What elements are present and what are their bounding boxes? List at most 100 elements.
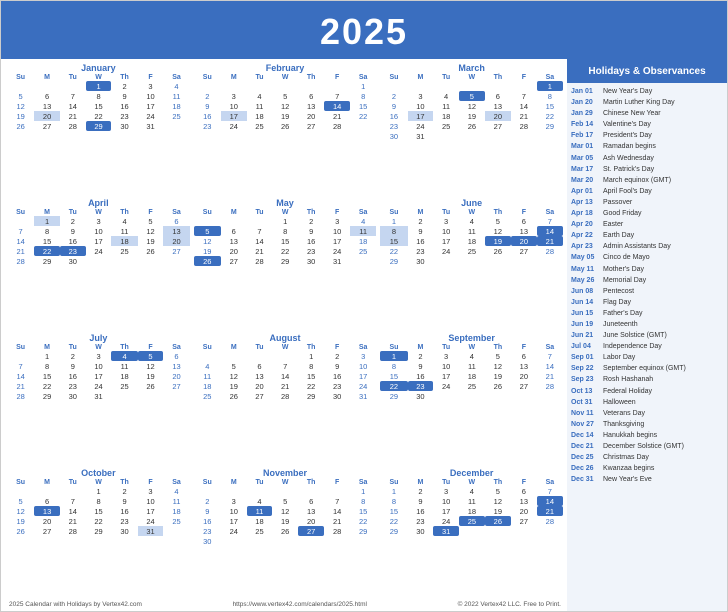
calendar-day: 21 xyxy=(60,516,86,526)
holiday-date: Dec 14 xyxy=(571,431,599,440)
calendar-day: 25 xyxy=(247,121,273,131)
holiday-date: Jan 20 xyxy=(571,98,599,107)
calendar-day: 9 xyxy=(111,496,137,506)
calendar-day: 18 xyxy=(163,101,189,111)
calendar-day: 13 xyxy=(298,101,324,111)
calendar-day xyxy=(324,81,350,91)
calendar-day: 6 xyxy=(511,216,537,226)
holiday-date: Apr 01 xyxy=(571,187,599,196)
calendar-day xyxy=(324,486,350,496)
calendar-day: 1 xyxy=(34,351,60,361)
calendar-day: 29 xyxy=(537,121,563,131)
calendar-day xyxy=(163,391,189,401)
calendar-day: 29 xyxy=(350,526,376,536)
calendar-day xyxy=(350,536,376,546)
calendar-day xyxy=(247,486,273,496)
calendar-day: 5 xyxy=(194,226,221,236)
holiday-name: Ramadan begins xyxy=(603,142,656,151)
calendar-day: 18 xyxy=(194,381,221,391)
holiday-name: December Solstice (GMT) xyxy=(603,442,684,451)
calendar-day: 14 xyxy=(60,101,86,111)
month-november: NovemberSuMTuWThFSa123456789101112131415… xyxy=(194,468,377,599)
calendar-day: 4 xyxy=(163,81,189,91)
calendar-day: 28 xyxy=(537,516,563,526)
calendar-day: 13 xyxy=(511,361,537,371)
calendar-day: 19 xyxy=(272,111,298,121)
calendar-day xyxy=(537,526,563,536)
calendar-day: 3 xyxy=(138,81,164,91)
calendar-day: 29 xyxy=(86,121,112,131)
calendar-day: 17 xyxy=(324,236,350,246)
holiday-date: Jan 01 xyxy=(571,87,599,96)
calendar-day: 13 xyxy=(511,496,537,506)
calendar-day: 2 xyxy=(194,91,221,101)
calendar-day: 15 xyxy=(86,506,112,516)
holiday-item: Jun 14Flag Day xyxy=(571,297,723,308)
month-june: JuneSuMTuWThFSa1234567891011121314151617… xyxy=(380,198,563,329)
month-table-11: SuMTuWThFSa12345678910111213141516171819… xyxy=(380,479,563,536)
month-february: FebruarySuMTuWThFSa123456789101112131415… xyxy=(194,63,377,194)
calendar-day: 14 xyxy=(247,236,273,246)
calendar-day xyxy=(485,256,511,266)
calendar-day xyxy=(194,216,221,226)
calendar-day xyxy=(380,81,407,91)
calendar-day: 14 xyxy=(7,236,34,246)
calendar-day: 19 xyxy=(272,516,298,526)
calendar-day: 29 xyxy=(34,256,60,266)
calendar-day: 30 xyxy=(380,131,407,141)
header: 2025 xyxy=(1,1,727,59)
calendar-day: 1 xyxy=(34,216,60,226)
holiday-name: March equinox (GMT) xyxy=(603,176,671,185)
holiday-name: Veterans Day xyxy=(603,409,645,418)
calendar-day: 3 xyxy=(221,496,247,506)
holiday-name: Chinese New Year xyxy=(603,109,661,118)
calendar-day: 27 xyxy=(247,391,273,401)
holiday-date: Mar 05 xyxy=(571,154,599,163)
calendar-day: 15 xyxy=(350,506,376,516)
calendar-day: 13 xyxy=(163,226,189,236)
calendar-day xyxy=(408,81,434,91)
calendar-day: 13 xyxy=(247,371,273,381)
calendar-day: 7 xyxy=(60,496,86,506)
calendar-day: 2 xyxy=(111,486,137,496)
calendar-day: 6 xyxy=(511,351,537,361)
calendar-day: 17 xyxy=(86,236,112,246)
calendar-day: 18 xyxy=(459,371,485,381)
calendar-day: 3 xyxy=(408,91,434,101)
calendar-day xyxy=(221,351,247,361)
calendar-day: 23 xyxy=(194,121,221,131)
calendar-day: 21 xyxy=(60,111,86,121)
calendar-day: 31 xyxy=(138,121,164,131)
holiday-date: Dec 21 xyxy=(571,442,599,451)
calendar-day xyxy=(60,486,86,496)
calendar-day xyxy=(485,391,511,401)
calendar-day: 26 xyxy=(7,121,34,131)
calendar-day: 10 xyxy=(138,496,164,506)
month-january: JanuarySuMTuWThFSa1234567891011121314151… xyxy=(7,63,190,194)
calendar-day: 21 xyxy=(511,111,537,121)
calendar-day: 26 xyxy=(7,526,34,536)
calendar-day: 7 xyxy=(537,486,563,496)
calendar-day: 8 xyxy=(34,226,60,236)
calendar-day: 30 xyxy=(408,526,434,536)
calendar-day: 25 xyxy=(459,516,485,526)
calendar-day: 3 xyxy=(86,351,112,361)
calendar-day xyxy=(459,256,485,266)
calendar-day: 17 xyxy=(221,516,247,526)
month-table-2: SuMTuWThFSa12345678910111213141516171819… xyxy=(380,74,563,141)
calendar-day: 26 xyxy=(485,246,511,256)
calendar-day: 3 xyxy=(138,486,164,496)
holiday-name: Kwanzaa begins xyxy=(603,464,654,473)
holiday-date: Sep 22 xyxy=(571,364,599,373)
holiday-item: Apr 20Easter xyxy=(571,219,723,230)
calendar-day: 29 xyxy=(380,256,407,266)
calendar-day: 9 xyxy=(194,101,221,111)
calendar-day: 20 xyxy=(247,381,273,391)
calendar-day: 8 xyxy=(298,361,324,371)
calendar-day: 10 xyxy=(433,361,459,371)
page: 2025 JanuarySuMTuWThFSa12345678910111213… xyxy=(0,0,728,612)
calendar-day: 24 xyxy=(86,381,112,391)
calendar-day: 22 xyxy=(34,381,60,391)
calendar-day: 2 xyxy=(60,351,86,361)
calendar-day xyxy=(272,81,298,91)
